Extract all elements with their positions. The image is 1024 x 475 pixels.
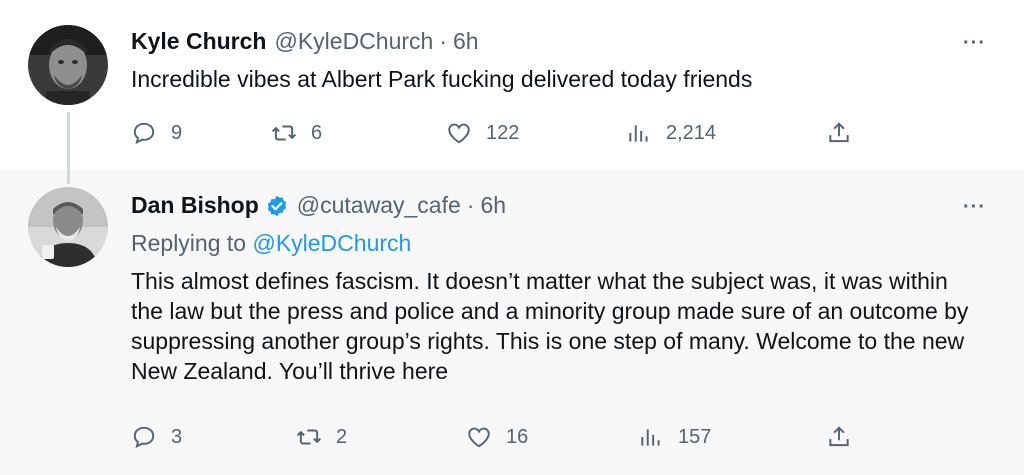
reply-button[interactable]: 3 [131,424,182,450]
action-bar: 9 6 122 2,214 [131,120,871,150]
separator-dot: · [439,28,447,54]
retweet-button[interactable]: 6 [271,120,322,146]
replying-to: Replying to @KyleDChurch [131,230,411,257]
views-button[interactable]: 157 [638,424,711,450]
author-name[interactable]: Dan Bishop [131,192,259,219]
retweet-count: 2 [336,425,348,448]
view-count: 157 [678,425,712,448]
tweet-text: This almost defines fascism. It doesn’t … [131,268,969,384]
share-button[interactable] [826,120,852,146]
reply-count: 9 [171,121,183,144]
reply-icon [133,122,155,144]
view-count: 2,214 [666,121,717,144]
more-icon[interactable]: ··· [963,32,986,55]
author-handle[interactable]: @cutaway_cafe [297,192,461,219]
timestamp[interactable]: 6h [480,192,506,219]
like-button[interactable]: 16 [466,424,528,450]
avatar-dan-bishop[interactable] [28,187,108,267]
author-name[interactable]: Kyle Church [131,28,266,55]
like-count: 122 [486,121,520,144]
like-icon [448,123,470,144]
views-button[interactable]: 2,214 [626,120,716,146]
views-icon [641,429,660,446]
more-icon[interactable]: ··· [963,196,986,219]
tweet-kyle-church[interactable]: Kyle Church @KyleDChurch · 6h ··· Incred… [0,0,1024,170]
tweet-header: Dan Bishop @cutaway_cafe · 6h [131,192,506,219]
views-icon [629,125,648,142]
share-icon [829,122,849,143]
reply-button[interactable]: 9 [131,120,182,146]
retweet-count: 6 [311,121,323,144]
thread-connector-line [67,112,70,184]
replying-label: Replying to [131,230,247,256]
avatar-kyle-church[interactable] [28,25,108,105]
verified-badge-icon [267,195,286,216]
like-button[interactable]: 122 [446,120,519,146]
tweet-header: Kyle Church @KyleDChurch · 6h [131,28,479,55]
timestamp[interactable]: 6h [453,28,479,55]
retweet-icon [271,125,297,141]
retweet-button[interactable]: 2 [296,424,347,450]
like-icon [468,427,490,448]
separator-dot: · [466,192,475,218]
share-button[interactable] [826,424,852,450]
reply-count: 3 [171,425,183,448]
tweet-text: Incredible vibes at Albert Park fucking … [131,66,753,92]
like-count: 16 [506,425,529,448]
replying-mention-link[interactable]: @KyleDChurch [252,230,411,256]
action-bar: 3 2 16 157 [131,424,871,454]
tweet-dan-bishop[interactable]: Dan Bishop @cutaway_cafe · 6h ··· Replyi… [0,170,1024,475]
share-icon [829,426,849,447]
reply-icon [133,426,155,448]
author-handle[interactable]: @KyleDChurch [274,28,433,55]
retweet-icon [296,429,322,445]
